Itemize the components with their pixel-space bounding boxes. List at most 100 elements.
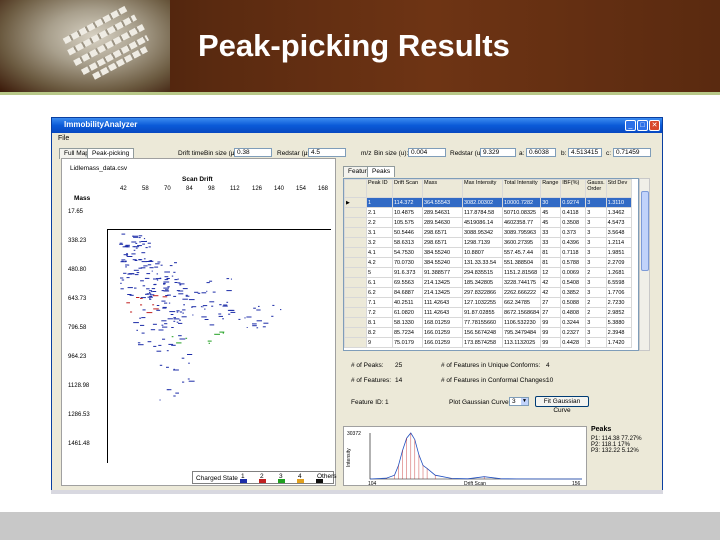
table-row[interactable]: 7.1 40.2511 111.42643 127.1032255 662.34785 2… [344, 297, 632, 308]
legend-swatch [316, 479, 323, 483]
table-row[interactable]: 7.2 61.0820 111.42643 91.87.02855 8672.15686… [344, 307, 632, 318]
feature-point [164, 302, 168, 304]
feature-point [167, 286, 170, 288]
feature-point [135, 247, 138, 249]
feature-point [151, 288, 156, 290]
tab-peaks[interactable]: Peaks [367, 166, 396, 177]
feature-point [133, 322, 139, 324]
row-indicator [344, 257, 367, 268]
results-panel: Features Peaks Peak ID Drift Scan Mass Max … [341, 158, 657, 487]
feature-point [158, 329, 164, 331]
minimize-button[interactable]: _ [625, 120, 636, 131]
feature-scatter-plot[interactable] [107, 229, 331, 463]
table-cell: 0.7118 [560, 247, 587, 258]
window-titlebar[interactable]: ImmobilityAnalyzer _ □ ✕ [52, 118, 662, 133]
column-header[interactable]: Drift Scan [392, 179, 423, 198]
column-header[interactable]: IBF(%) [560, 179, 587, 198]
feature-point [226, 278, 230, 280]
table-row[interactable]: 9 75.0179 166.01259 173.8574258 113.1132025 9… [344, 337, 632, 348]
feature-point [159, 399, 161, 401]
table-row[interactable]: 6.1 69.5563 214.13425 185.342805 3228.744175… [344, 277, 632, 288]
fit-gaussian-button[interactable]: Fit Gaussian Curve [535, 396, 589, 414]
mz-redstar-input[interactable]: 9.329 [480, 148, 516, 157]
table-row[interactable]: ▶ 1 114.372 364.55543 3082.00302 10000.7282 30… [344, 197, 632, 208]
a-label: a: [519, 150, 525, 157]
c-input[interactable]: 0.71459 [613, 148, 651, 157]
feature-point [166, 389, 169, 391]
gaussian-select[interactable]: 3 ▼ [509, 397, 529, 406]
feature-point [127, 256, 133, 257]
a-input[interactable]: 0.6038 [526, 148, 556, 157]
feature-point [173, 271, 176, 273]
table-row[interactable]: 2.1 10.4875 289.54631 117.8784.58 50710.0832… [344, 207, 632, 218]
feature-point [230, 311, 236, 313]
table-row[interactable]: 3.1 50.5446 298.6571 3088.95342 3089.795963 3… [344, 227, 632, 238]
table-row[interactable]: 4.1 54.7530 384.55240 10.8807 557.45.7.44 81 0… [344, 247, 632, 258]
feature-point [173, 320, 176, 322]
table-row[interactable]: 4.2 70.0730 384.55240 131.33.33.54 551.38850… [344, 257, 632, 268]
table-cell: 81 [540, 257, 562, 268]
feature-point [119, 243, 124, 245]
table-cell: 91.87.02855 [462, 307, 503, 318]
table-cell: 1.3110 [605, 197, 632, 208]
feature-point [220, 304, 222, 306]
table-cell: 3 [585, 197, 607, 208]
table-cell: 3 [585, 327, 607, 338]
peaks-table[interactable]: Peak ID Drift Scan Mass Max Intensity Total … [343, 178, 639, 351]
feature-point [156, 309, 161, 311]
table-cell: 3 [585, 337, 607, 348]
peak-x-right: 156 [572, 481, 581, 487]
feature-point [148, 290, 153, 292]
table-cell: 27 [540, 307, 562, 318]
redstar-input[interactable]: 4.5 [308, 148, 346, 157]
feature-point [121, 233, 126, 235]
table-row[interactable]: 5 91.6.373 91.388577 294.835515 1151.2.81568… [344, 267, 632, 278]
table-cell: 3 [585, 217, 607, 228]
feature-point [171, 327, 174, 328]
row-indicator [344, 207, 367, 218]
maximize-button[interactable]: □ [637, 120, 648, 131]
feature-point [182, 309, 186, 311]
table-cell: 2.3948 [605, 327, 632, 338]
feature-point [176, 342, 182, 344]
mz-label: m/z [361, 150, 372, 157]
feature-point [146, 261, 153, 262]
feature-point [149, 298, 152, 300]
close-button[interactable]: ✕ [649, 120, 660, 131]
y-tick-label: 1286.53 [68, 412, 90, 418]
feature-point [208, 342, 210, 344]
bin-size-input[interactable]: 0.38 [234, 148, 272, 157]
mz-bin-input[interactable]: 0.004 [408, 148, 446, 157]
table-row[interactable]: 6.2 84.6887 214.13425 297.8322866 2262.66622… [344, 287, 632, 298]
gaussian-label: Plot Gaussian Curve [449, 399, 509, 406]
column-header[interactable]: Total Intensity [501, 179, 542, 198]
feature-point [179, 319, 181, 321]
table-row[interactable]: 3.2 58.6313 298.6571 1298.7139 3600.27395 33 0… [344, 237, 632, 248]
table-cell: 99 [540, 327, 562, 338]
table-cell: 384.55240 [422, 257, 463, 268]
column-header[interactable]: Range [540, 179, 562, 198]
table-scroll-thumb[interactable] [641, 191, 649, 271]
column-header[interactable]: Peak ID [366, 179, 393, 198]
feature-point [168, 343, 174, 345]
column-header[interactable]: Std Dev [605, 179, 632, 198]
table-cell: 289.54630 [422, 217, 463, 228]
feature-point [138, 237, 141, 239]
table-row[interactable]: 8.2 85.7234 166.01259 156.5674248 795.347948… [344, 327, 632, 338]
peak-y-label: Intensity [346, 448, 352, 467]
table-scrollbar[interactable] [639, 178, 650, 351]
feature-point [218, 313, 222, 315]
feature-point [163, 281, 170, 283]
column-header[interactable]: Gauss. Order [585, 179, 607, 198]
feature-point [187, 354, 193, 355]
table-row[interactable]: 2.2 105.575 289.54630 4519086.14 4602358.77 4… [344, 217, 632, 228]
table-cell: 0.2327 [560, 327, 587, 338]
table-cell: 127.1032255 [462, 297, 503, 308]
menu-file[interactable]: File [58, 135, 69, 142]
column-header[interactable]: Mass [422, 179, 463, 198]
table-row[interactable]: 8.1 58.1330 168.01259 77.78155660 1106.53223… [344, 317, 632, 328]
column-header[interactable]: Max Intensity [462, 179, 503, 198]
table-cell: 42 [540, 277, 562, 288]
feature-point [209, 280, 213, 282]
b-input[interactable]: 4.513415 [568, 148, 602, 157]
